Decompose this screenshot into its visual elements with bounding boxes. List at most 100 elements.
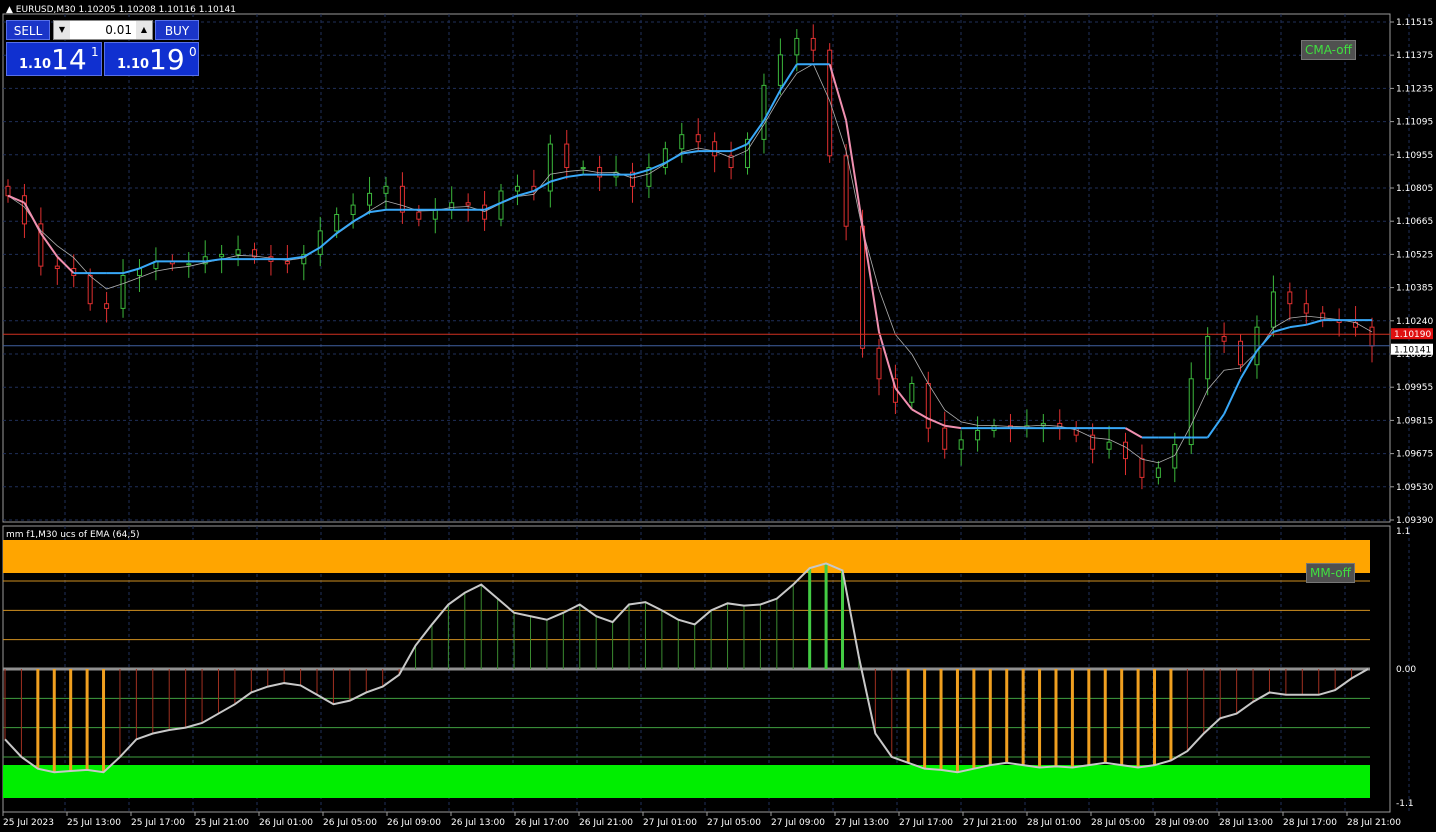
candle-body	[679, 134, 685, 150]
candle-body	[120, 275, 126, 309]
oversold-band	[3, 765, 1370, 798]
price-axis-label: 1.09390	[1396, 516, 1433, 526]
lot-value[interactable]: 0.01	[72, 21, 134, 39]
time-axis-label: 28 Jul 21:00	[1347, 818, 1401, 828]
candle-body	[1188, 378, 1194, 446]
one-click-trading-panel: SELL ▼ 0.01 ▲ BUY 1.10 14 1 1.10 19 0	[6, 20, 199, 76]
price-axis-label: 1.10525	[1396, 250, 1433, 260]
ask-price-tag-text: 1.10190	[1394, 330, 1431, 340]
sell-price-pips: 14	[51, 43, 87, 76]
candle-body	[498, 190, 504, 220]
candle-body	[21, 195, 27, 225]
price-axis-label: 1.09530	[1396, 483, 1433, 493]
buy-price-fraction: 0	[189, 45, 197, 59]
buy-price-box[interactable]: 1.10 19 0	[104, 42, 199, 76]
candle-body	[547, 143, 553, 192]
buy-button[interactable]: BUY	[155, 20, 199, 40]
candle-body	[958, 439, 964, 450]
candle-body	[399, 185, 405, 213]
candle-body	[810, 37, 816, 51]
candle-body	[1155, 467, 1161, 478]
time-axis-label: 26 Jul 01:00	[259, 818, 313, 828]
sell-price-fraction: 1	[91, 45, 99, 59]
bid-price-tag-text: 1.10141	[1394, 346, 1431, 356]
candle-body	[317, 230, 323, 255]
candle-body	[87, 275, 93, 305]
candle-body	[909, 383, 915, 403]
candle-body	[1238, 340, 1244, 366]
candle-body	[860, 225, 866, 349]
lot-increase-icon[interactable]: ▲	[136, 21, 152, 39]
candle-body	[695, 134, 701, 143]
candle-body	[482, 204, 488, 220]
candle-body	[1303, 303, 1309, 314]
time-axis-label: 27 Jul 09:00	[771, 818, 825, 828]
candle-body	[1287, 291, 1293, 305]
cma-off-button[interactable]: CMA-off	[1301, 40, 1356, 60]
candle-body	[1139, 458, 1145, 478]
indicator-axis-label: 0.00	[1396, 665, 1416, 675]
price-axis-label: 1.10955	[1396, 151, 1433, 161]
indicator-title: mm f1,M30 ucs of EMA (64,5)	[6, 530, 140, 540]
candle-body	[794, 37, 800, 56]
candle-body	[761, 84, 767, 140]
candle-body	[1320, 312, 1326, 321]
price-axis-label: 1.11515	[1396, 18, 1433, 28]
candle-body	[367, 192, 373, 206]
mm-off-button[interactable]: MM-off	[1306, 563, 1355, 583]
candle-body	[350, 204, 356, 215]
candle-body	[1369, 326, 1375, 347]
lot-size-input[interactable]: ▼ 0.01 ▲	[53, 20, 153, 40]
time-axis-label: 25 Jul 2023	[3, 818, 54, 828]
time-axis-label: 26 Jul 13:00	[451, 818, 505, 828]
price-axis-label: 1.11095	[1396, 118, 1433, 128]
price-axis-label: 1.10665	[1396, 217, 1433, 227]
candle-body	[104, 303, 110, 309]
chart-window: 1.11515 1.11375 1.11235 1.11095 1.10955 1.108…	[0, 0, 1436, 832]
time-axis-label: 25 Jul 17:00	[131, 818, 185, 828]
time-axis-label: 28 Jul 05:00	[1091, 818, 1145, 828]
candle-body	[777, 54, 783, 86]
candle-body	[186, 263, 192, 266]
candle-body	[334, 213, 340, 232]
candle-body	[580, 167, 586, 170]
candle-body	[843, 155, 849, 227]
time-axis-label: 26 Jul 09:00	[387, 818, 441, 828]
collapse-arrow-icon[interactable]: ▲	[6, 5, 13, 15]
candle-body	[219, 253, 225, 258]
time-axis-label: 27 Jul 21:00	[963, 818, 1017, 828]
candle-body	[1106, 441, 1112, 450]
time-axis-label: 28 Jul 01:00	[1027, 818, 1081, 828]
time-axis-label: 25 Jul 21:00	[195, 818, 249, 828]
time-axis-label: 27 Jul 13:00	[835, 818, 889, 828]
sell-button[interactable]: SELL	[6, 20, 50, 40]
price-axis-label: 1.11235	[1396, 84, 1433, 94]
price-axis-label: 1.10385	[1396, 284, 1433, 294]
candle-body	[5, 185, 11, 197]
candle-body	[925, 383, 931, 429]
candle-body	[942, 427, 948, 450]
symbol-title: EURUSD,M30 1.10205 1.10208 1.10116 1.101…	[15, 5, 236, 15]
sell-price-prefix: 1.10	[19, 57, 52, 72]
price-axis-label: 1.09955	[1396, 383, 1433, 393]
time-axis-label: 27 Jul 17:00	[899, 818, 953, 828]
chart-canvas[interactable]: 1.11515 1.11375 1.11235 1.11095 1.10955 1.108…	[0, 0, 1436, 832]
candle-body	[235, 249, 241, 255]
buy-price-pips: 19	[149, 43, 185, 76]
lot-decrease-icon[interactable]: ▼	[54, 21, 70, 39]
candle-body	[1221, 336, 1227, 342]
candle-body	[975, 429, 981, 441]
price-axis-label: 1.09815	[1396, 416, 1433, 426]
time-axis-label: 26 Jul 21:00	[579, 818, 633, 828]
time-axis-label: 27 Jul 05:00	[707, 818, 761, 828]
candle-body	[564, 143, 570, 169]
indicator-axis-label: 1.1	[1396, 527, 1410, 537]
sell-price-box[interactable]: 1.10 14 1	[6, 42, 102, 76]
overbought-band	[3, 540, 1370, 573]
buy-price-prefix: 1.10	[117, 57, 150, 72]
price-axis-label: 1.09675	[1396, 450, 1433, 460]
candle-body	[54, 265, 60, 269]
candle-body	[383, 185, 389, 194]
candle-body	[1205, 336, 1211, 380]
time-axis-label: 27 Jul 01:00	[643, 818, 697, 828]
